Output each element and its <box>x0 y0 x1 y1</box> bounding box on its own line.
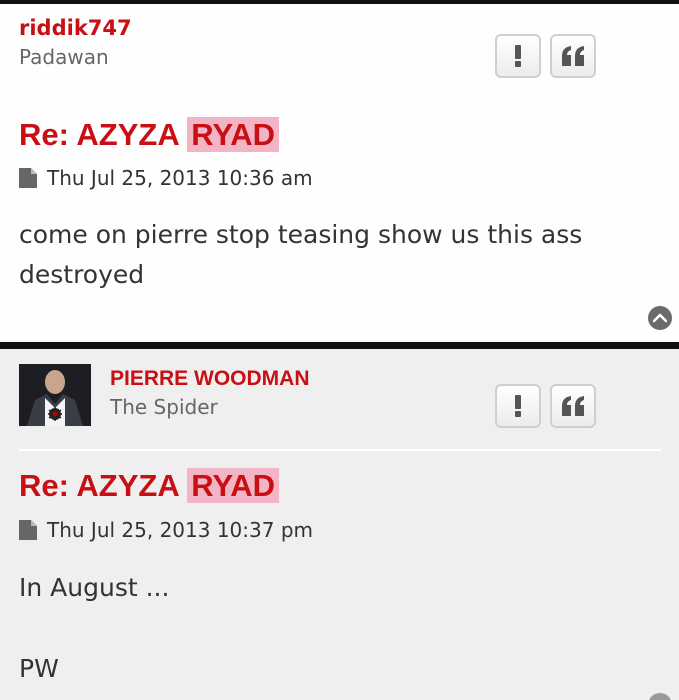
report-button[interactable] <box>495 384 541 428</box>
post-author[interactable]: PIERRE WOODMAN <box>110 367 310 391</box>
post: PIERRE WOODMAN The Spider Re: AZYZA RYAD <box>0 342 679 700</box>
post-date: Thu Jul 25, 2013 10:37 pm <box>47 518 314 542</box>
post-content-line: destroyed <box>19 260 145 289</box>
divider <box>19 449 661 451</box>
file-icon[interactable] <box>19 520 37 540</box>
avatar[interactable] <box>19 364 91 426</box>
author-rank: Padawan <box>19 45 109 69</box>
post-title-text: Re: AZYZA <box>19 468 179 503</box>
quote-button[interactable] <box>550 34 596 78</box>
post-meta: Thu Jul 25, 2013 10:37 pm <box>19 517 313 543</box>
topic-page: riddik747 Padawan Re: AZYZA RYAD Thu Jul… <box>0 0 679 700</box>
file-icon[interactable] <box>19 168 37 188</box>
quote-icon <box>562 396 584 416</box>
post-title-text: Re: AZYZA <box>19 117 179 152</box>
chevron-up-icon <box>653 313 667 323</box>
quote-button[interactable] <box>550 384 596 428</box>
post-title[interactable]: Re: AZYZA RYAD <box>19 115 280 155</box>
author-rank: The Spider <box>110 395 218 419</box>
post-date: Thu Jul 25, 2013 10:36 am <box>47 166 313 190</box>
post-title[interactable]: Re: AZYZA RYAD <box>19 466 280 506</box>
post-content-line: come on pierre stop teasing show us this… <box>19 220 583 249</box>
back-to-top-button[interactable] <box>648 306 672 330</box>
exclamation-icon <box>515 45 521 67</box>
exclamation-icon <box>515 395 521 417</box>
back-to-top-button[interactable] <box>648 693 672 700</box>
post-meta: Thu Jul 25, 2013 10:36 am <box>19 165 313 191</box>
post: riddik747 Padawan Re: AZYZA RYAD Thu Jul… <box>0 0 679 342</box>
post-content-line: PW <box>19 654 59 683</box>
post-author[interactable]: riddik747 <box>19 16 132 40</box>
report-button[interactable] <box>495 34 541 78</box>
search-highlight: RYAD <box>187 468 280 503</box>
post-content-line: In August ... <box>19 573 170 602</box>
quote-icon <box>562 46 584 66</box>
search-highlight: RYAD <box>187 117 280 152</box>
